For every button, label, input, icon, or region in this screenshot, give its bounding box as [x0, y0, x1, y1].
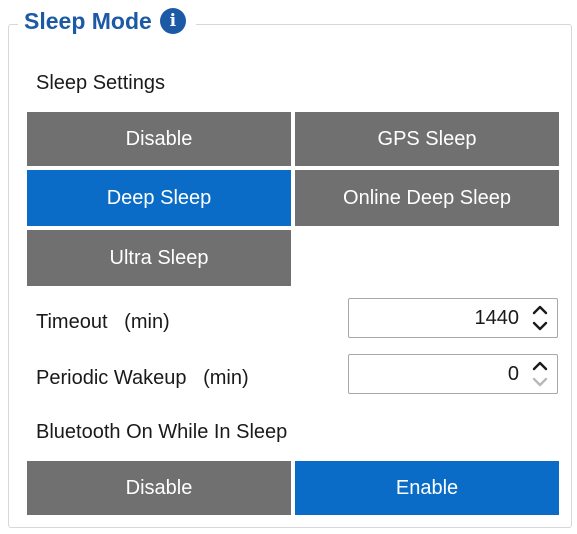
- bluetooth-label: Bluetooth On While In Sleep: [36, 421, 288, 443]
- periodic-wakeup-spinbox[interactable]: 0: [348, 354, 558, 394]
- sleep-mode-title: Sleep Mode: [24, 7, 152, 34]
- info-icon[interactable]: i: [159, 8, 186, 34]
- timeout-label: Timeout (min): [36, 311, 170, 333]
- timeout-spin-arrows[interactable]: [529, 302, 551, 334]
- periodic-wakeup-value[interactable]: 0: [508, 355, 519, 393]
- sleep-option-online-deep-sleep[interactable]: Online Deep Sleep: [295, 170, 559, 226]
- sleep-option-deep-sleep[interactable]: Deep Sleep: [27, 170, 291, 226]
- periodic-wakeup-label: Periodic Wakeup (min): [36, 367, 249, 389]
- timeout-spinbox[interactable]: 1440: [348, 298, 558, 338]
- chevron-up-icon[interactable]: [529, 302, 551, 318]
- bluetooth-option-disable[interactable]: Disable: [27, 461, 291, 515]
- bluetooth-option-enable[interactable]: Enable: [295, 461, 559, 515]
- timeout-value[interactable]: 1440: [475, 299, 520, 337]
- sleep-option-ultra-sleep[interactable]: Ultra Sleep: [27, 230, 291, 286]
- sleep-option-disable[interactable]: Disable: [27, 112, 291, 166]
- groupbox-legend: Sleep Mode i: [18, 4, 196, 38]
- chevron-down-icon: [532, 377, 548, 387]
- periodic-wakeup-spin-arrows[interactable]: [529, 358, 551, 390]
- chevron-up-icon[interactable]: [529, 358, 551, 374]
- sleep-option-gps-sleep[interactable]: GPS Sleep: [295, 112, 559, 166]
- sleep-settings-label: Sleep Settings: [36, 72, 165, 94]
- chevron-down-icon[interactable]: [529, 318, 551, 334]
